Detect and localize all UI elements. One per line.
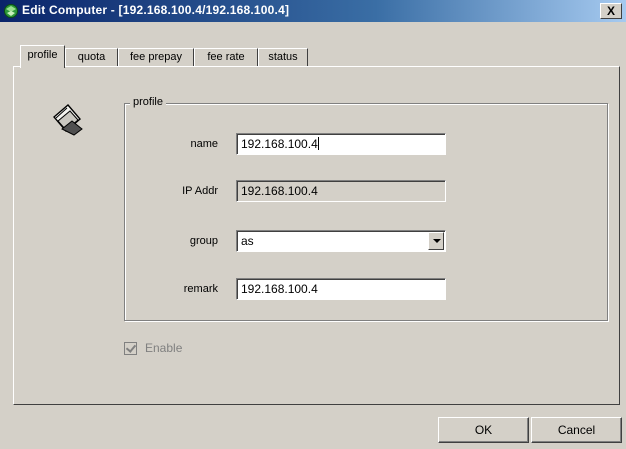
remark-field[interactable]: 192.168.100.4 [236,278,446,300]
computer-network-icon [4,4,18,18]
ip-addr-field: 192.168.100.4 [236,180,446,202]
profile-group-title: profile [130,96,166,108]
tab-status[interactable]: status [258,48,308,67]
ok-button[interactable]: OK [438,417,529,443]
group-select[interactable]: as [236,230,446,252]
close-button[interactable]: X [600,3,622,19]
name-field[interactable]: 192.168.100.4 [236,133,446,155]
remark-label: remark [183,283,218,295]
enable-label: Enable [145,341,183,355]
tab-quota[interactable]: quota [65,48,118,67]
chevron-down-icon[interactable] [428,232,444,250]
tab-fee-prepay[interactable]: fee prepay [118,48,194,67]
cancel-button[interactable]: Cancel [531,417,622,443]
tab-strip: profile quota fee prepay fee rate status [20,45,620,68]
tab-fee-rate[interactable]: fee rate [194,48,258,67]
computer-edit-icon [53,104,83,136]
tab-profile[interactable]: profile [20,45,65,68]
name-label: name [190,138,218,150]
name-value: 192.168.100.4 [241,137,318,151]
group-value: as [241,234,254,248]
enable-checkbox [124,342,137,355]
title-bar[interactable]: Edit Computer - [192.168.100.4/192.168.1… [0,0,626,22]
remark-value: 192.168.100.4 [241,282,318,296]
window-title: Edit Computer - [192.168.100.4/192.168.1… [22,3,290,17]
group-label: group [189,235,218,247]
text-caret [317,137,319,150]
ip-addr-value: 192.168.100.4 [241,184,318,198]
ip-addr-label: IP Addr [182,185,218,197]
